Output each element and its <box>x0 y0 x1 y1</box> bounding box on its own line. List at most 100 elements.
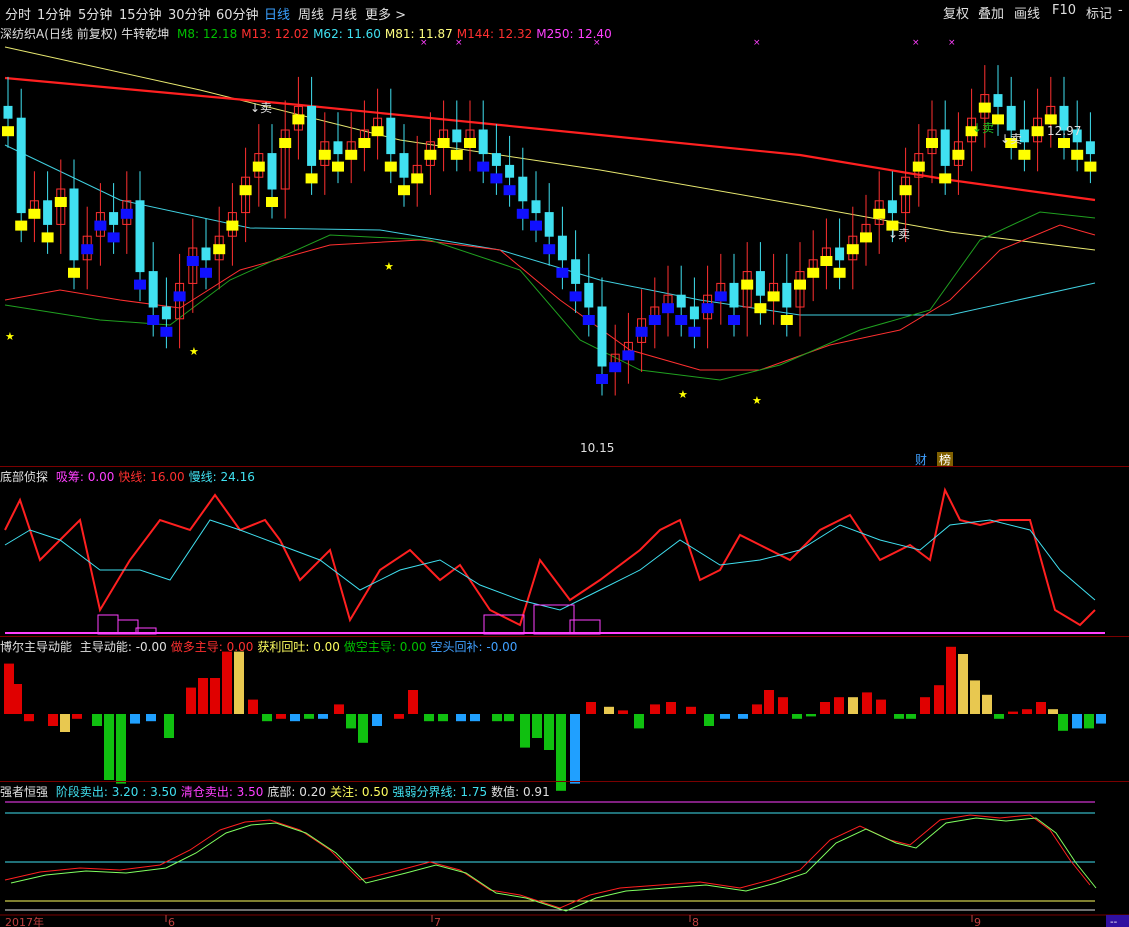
candle-body <box>333 141 343 155</box>
momentum-bar <box>24 714 34 722</box>
trend-step <box>741 279 754 290</box>
trend-step <box>978 102 991 113</box>
momentum-bar <box>920 697 930 714</box>
trend-step <box>648 315 661 325</box>
trend-step <box>609 362 622 373</box>
momentum-bar <box>470 714 480 722</box>
candle-body <box>584 282 594 308</box>
trend-step <box>873 208 886 219</box>
momentum-bar <box>1096 714 1106 724</box>
momentum-bar <box>1058 714 1068 731</box>
trend-step <box>292 114 305 125</box>
candle-body <box>3 105 13 119</box>
x-axis-month: 9 <box>974 916 981 927</box>
candle-body <box>689 306 699 320</box>
low-price-label: 10.15 <box>580 441 614 455</box>
star-icon: ★ <box>752 394 762 407</box>
trend-step <box>1044 114 1057 125</box>
trend-step <box>846 244 859 255</box>
momentum-bar <box>778 697 788 714</box>
star-icon: ★ <box>678 388 688 401</box>
kline-chart[interactable]: 12.97 10.15 ↓卖 ↓卖 ↓卖 ↓卖财 榜 ★ ★ ★ ★ ★ × × × × × × 2017年 6 7 8 9… <box>0 0 1129 927</box>
momentum-bar <box>394 714 404 719</box>
trend-step <box>556 267 569 278</box>
cross-marker: × <box>420 38 428 48</box>
momentum-bar <box>704 714 714 726</box>
corner-label: -- <box>1110 917 1118 927</box>
trend-step <box>120 208 133 219</box>
panel-divider <box>0 781 1129 782</box>
candle-body <box>729 282 739 308</box>
momentum-bar <box>764 690 774 714</box>
trend-step <box>398 185 410 196</box>
trend-step <box>1031 126 1044 137</box>
momentum-bar <box>894 714 904 719</box>
x-axis-month: 7 <box>434 916 441 927</box>
star-icon: ★ <box>384 260 394 273</box>
trend-step <box>939 173 952 184</box>
candle-body <box>835 247 845 261</box>
candle-body <box>399 153 409 178</box>
candle-body <box>518 176 528 202</box>
momentum-bar <box>862 692 872 714</box>
momentum-bar <box>934 685 944 714</box>
candle-body <box>43 200 53 225</box>
trend-step <box>371 126 384 137</box>
momentum-bar <box>666 702 676 714</box>
panel-divider <box>0 636 1129 637</box>
cai-marker: 财 <box>915 453 927 467</box>
accum-box <box>97 614 119 635</box>
star-icon: ★ <box>189 345 199 358</box>
candle-body <box>993 94 1003 107</box>
candle-body <box>1006 105 1016 131</box>
trend-step <box>860 232 872 243</box>
candle-body <box>267 153 277 190</box>
momentum-bar <box>982 694 992 714</box>
momentum-bar <box>504 714 514 722</box>
momentum-bar <box>876 699 886 714</box>
momentum-bar <box>116 714 126 784</box>
panel-divider <box>0 466 1129 467</box>
momentum-bar <box>586 702 596 714</box>
trend-step <box>503 185 516 196</box>
momentum-bar <box>456 714 466 722</box>
momentum-bar <box>424 714 434 722</box>
momentum-bar <box>618 710 628 714</box>
trend-step <box>543 244 556 255</box>
trend-step <box>437 138 450 148</box>
momentum-bar <box>570 714 580 784</box>
momentum-bar <box>358 714 368 743</box>
trend-step <box>266 197 278 207</box>
momentum-bar <box>1072 714 1082 729</box>
candle-body <box>544 212 554 237</box>
trend-step <box>384 161 397 172</box>
momentum-bar <box>146 714 156 722</box>
momentum-bar <box>1022 709 1032 714</box>
trend-step <box>464 138 476 148</box>
momentum-bar <box>372 714 382 726</box>
momentum-bar <box>408 690 418 714</box>
momentum-bar <box>164 714 174 738</box>
ma8-line <box>4 211 1096 381</box>
momentum-bar <box>544 714 554 750</box>
trend-step <box>252 161 265 172</box>
momentum-bar <box>318 714 328 719</box>
candle-body <box>478 129 488 155</box>
x-axis-month: 6 <box>168 916 175 927</box>
trend-step <box>94 220 107 231</box>
candle-body <box>676 294 686 308</box>
cross-marker: × <box>912 38 920 48</box>
trend-step <box>200 267 212 278</box>
candle-body <box>69 188 79 261</box>
momentum-bar <box>970 680 980 714</box>
slow-line <box>4 519 1096 611</box>
trend-step <box>2 126 14 137</box>
trend-step <box>186 256 199 266</box>
momentum-bar <box>1008 711 1018 714</box>
candle-body <box>16 117 26 214</box>
momentum-bar <box>60 714 70 732</box>
momentum-bar <box>492 714 502 722</box>
momentum-bar <box>994 714 1004 719</box>
momentum-bar <box>604 706 614 714</box>
momentum-bar <box>346 714 356 729</box>
